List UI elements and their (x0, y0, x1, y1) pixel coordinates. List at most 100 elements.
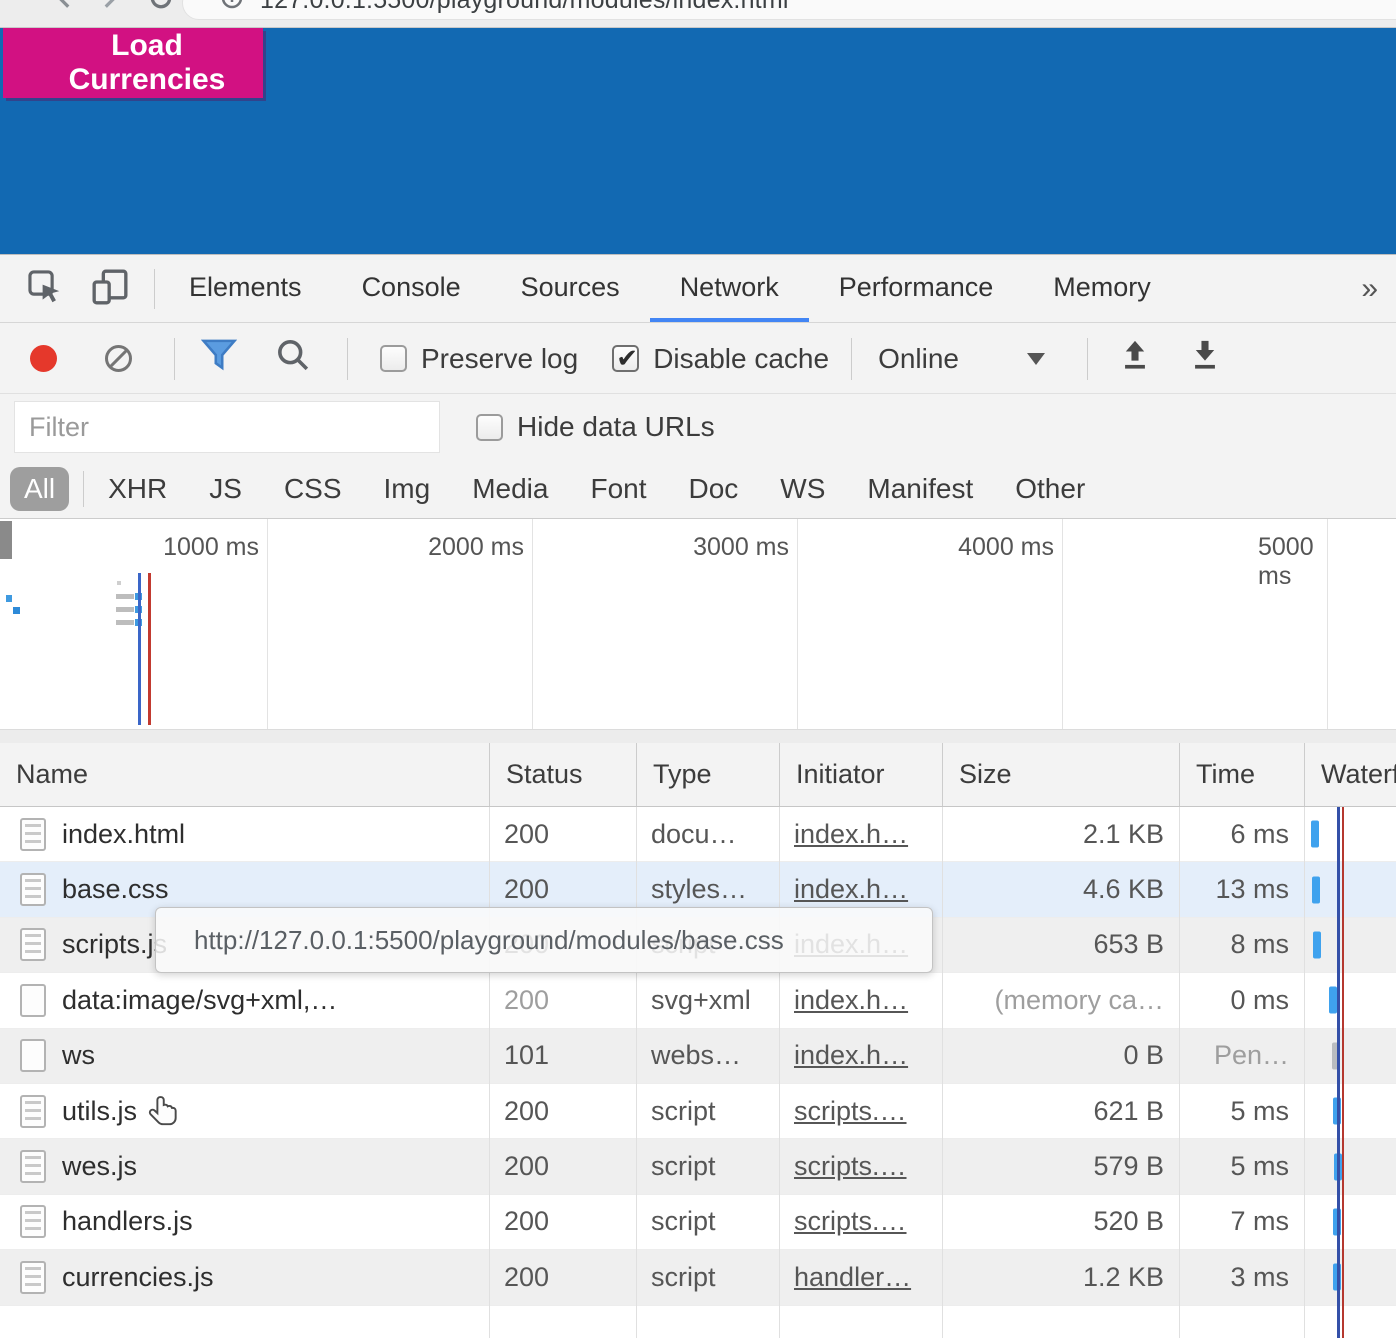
file-icon (20, 984, 46, 1017)
overview-activity-mark (6, 595, 12, 602)
initiator-link[interactable]: index.h… (794, 985, 908, 1016)
table-row[interactable]: wes.js 200 script scripts.… 579 B 5 ms (0, 1139, 1396, 1194)
overview-activity-mark (116, 620, 134, 625)
file-icon (20, 1205, 46, 1238)
export-har-icon[interactable] (1188, 338, 1222, 379)
column-header-type[interactable]: Type (637, 743, 780, 806)
overview-tick-label: 2000 ms (428, 533, 532, 562)
divider (347, 338, 348, 380)
type-filter-manifest[interactable]: Manifest (853, 467, 987, 511)
waterfall-bar (1329, 987, 1337, 1014)
overview-tick-label: 3000 ms (693, 533, 797, 562)
type-filter-media[interactable]: Media (458, 467, 562, 511)
overview-tick-label: 4000 ms (958, 533, 1062, 562)
table-row[interactable]: currencies.js 200 script handler… 1.2 KB… (0, 1250, 1396, 1305)
record-button[interactable] (30, 345, 57, 372)
initiator-link[interactable]: index.h… (794, 874, 908, 905)
tab-performance[interactable]: Performance (809, 256, 1024, 322)
table-row[interactable]: handlers.js 200 script scripts.… 520 B 7… (0, 1195, 1396, 1250)
url-text[interactable]: 127.0.0.1:5500/playground/modules/index.… (260, 0, 789, 15)
file-icon (20, 928, 46, 961)
type-filter-ws[interactable]: WS (766, 467, 839, 511)
inspect-element-icon[interactable] (26, 268, 64, 311)
file-icon (20, 1095, 46, 1128)
screen: 127.0.0.1:5500/playground/modules/index.… (0, 0, 1396, 1338)
resource-type-filters: All XHR JS CSS Img Media Font Doc WS Manifest Othe… (0, 459, 1396, 519)
site-info-icon[interactable] (220, 0, 244, 15)
load-currencies-button[interactable]: Load Currencies (3, 28, 263, 98)
hide-data-urls-label: Hide data URLs (517, 411, 715, 443)
column-divider (489, 807, 490, 1338)
url-tooltip: http://127.0.0.1:5500/playground/modules… (155, 907, 933, 973)
file-icon (20, 1261, 46, 1294)
column-header-initiator[interactable]: Initiator (780, 743, 943, 806)
table-row[interactable]: index.html 200 docu… index.h… 2.1 KB 6 m… (0, 807, 1396, 862)
tab-memory[interactable]: Memory (1023, 256, 1181, 322)
chevron-down-icon[interactable] (1027, 353, 1045, 365)
back-icon[interactable] (52, 0, 78, 16)
waterfall-bar (1313, 931, 1321, 958)
filter-icon[interactable] (201, 337, 237, 380)
initiator-link[interactable]: index.h… (794, 1040, 908, 1071)
preserve-log-checkbox[interactable] (380, 345, 407, 372)
reload-icon[interactable] (148, 0, 174, 16)
overview-activity-mark (116, 594, 134, 599)
initiator-link[interactable]: index.h… (794, 819, 908, 850)
overview-gridline (1062, 519, 1063, 729)
divider (851, 338, 852, 380)
overview-gridline (1327, 519, 1328, 729)
file-icon (20, 1150, 46, 1183)
dcl-event-line (138, 573, 141, 725)
cursor-hand-icon (148, 1095, 182, 1136)
divider (1087, 338, 1088, 380)
initiator-link[interactable]: scripts.… (794, 1206, 907, 1237)
initiator-link[interactable]: scripts.… (794, 1096, 907, 1127)
type-filter-other[interactable]: Other (1001, 467, 1099, 511)
column-header-time[interactable]: Time (1180, 743, 1305, 806)
browser-address-bar: 127.0.0.1:5500/playground/modules/index.… (0, 0, 1396, 28)
tab-console[interactable]: Console (332, 256, 491, 322)
table-row[interactable]: data:image/svg+xml,… 200 svg+xml index.h… (0, 973, 1396, 1028)
initiator-link[interactable]: handler… (794, 1262, 911, 1293)
tab-elements[interactable]: Elements (159, 256, 332, 322)
disable-cache-label: Disable cache (653, 343, 829, 375)
waterfall-bar (1312, 876, 1320, 903)
type-filter-img[interactable]: Img (370, 467, 445, 511)
type-filter-css[interactable]: CSS (270, 467, 356, 511)
overview-activity-mark (13, 607, 20, 614)
tab-network[interactable]: Network (650, 256, 809, 322)
column-header-size[interactable]: Size (943, 743, 1180, 806)
column-divider (636, 807, 637, 1338)
overview-activity-mark (116, 607, 134, 612)
throttling-select[interactable]: Online (878, 343, 959, 375)
column-header-waterfall[interactable]: Waterfall (1305, 743, 1396, 806)
filter-input[interactable] (14, 401, 440, 453)
clear-icon[interactable] (105, 345, 132, 372)
network-toolbar: Preserve log Disable cache Online (0, 324, 1396, 394)
search-icon[interactable] (275, 337, 311, 380)
type-filter-doc[interactable]: Doc (675, 467, 753, 511)
more-tabs-icon[interactable]: » (1361, 272, 1396, 306)
file-icon (20, 1039, 46, 1072)
forward-icon[interactable] (96, 0, 122, 16)
devtools-tabs: ElementsConsoleSourcesNetworkPerformance… (159, 256, 1181, 322)
type-filter-font[interactable]: Font (576, 467, 660, 511)
column-header-name[interactable]: Name (0, 743, 490, 806)
type-filter-js[interactable]: JS (195, 467, 256, 511)
network-overview[interactable]: 1000 ms2000 ms3000 ms4000 ms5000 ms (0, 519, 1396, 729)
type-filter-all[interactable]: All (10, 467, 69, 511)
table-row[interactable]: ws 101 webs… index.h… 0 B Pen… (0, 1029, 1396, 1084)
column-header-status[interactable]: Status (490, 743, 637, 806)
table-row[interactable]: utils.js 200 script scripts.… 621 B 5 ms (0, 1084, 1396, 1139)
hide-data-urls-checkbox[interactable] (476, 414, 503, 441)
load-event-line (148, 573, 151, 725)
type-filter-xhr[interactable]: XHR (94, 467, 181, 511)
disable-cache-checkbox[interactable] (612, 345, 639, 372)
tab-sources[interactable]: Sources (491, 256, 650, 322)
device-toolbar-icon[interactable] (90, 267, 130, 312)
overview-tick-label: 5000 ms (1258, 533, 1327, 591)
import-har-icon[interactable] (1118, 338, 1152, 379)
overview-handle[interactable] (0, 521, 12, 559)
load-event-line (1342, 807, 1345, 1338)
initiator-link[interactable]: scripts.… (794, 1151, 907, 1182)
